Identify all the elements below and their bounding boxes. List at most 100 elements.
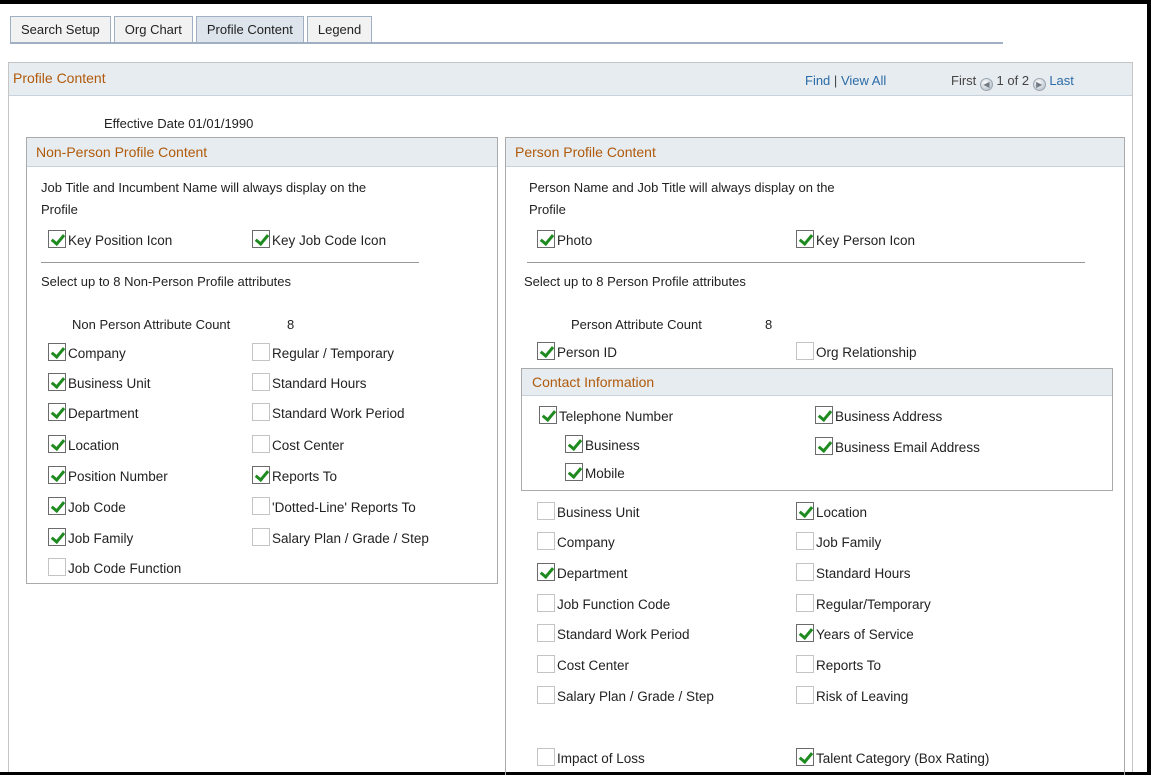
person-standard-work-period-checkbox[interactable]: Standard Work Period	[537, 624, 690, 642]
person-location-checkbox[interactable]: Location	[796, 502, 867, 520]
checkbox-label: Job Family	[816, 535, 882, 550]
checkbox-box[interactable]	[48, 435, 66, 453]
key-person-icon-checkbox[interactable]: Key Person Icon	[796, 230, 915, 248]
business-address-checkbox[interactable]: Business Address	[815, 406, 942, 424]
checkbox-box[interactable]	[796, 563, 814, 581]
person-id-checkbox[interactable]: Person ID	[537, 342, 617, 360]
checkbox-box[interactable]	[252, 497, 270, 515]
person-business-unit-checkbox[interactable]: Business Unit	[537, 502, 640, 520]
person-regular-temporary-checkbox[interactable]: Regular/Temporary	[796, 594, 931, 612]
telephone-number-checkbox[interactable]: Telephone Number	[539, 406, 673, 424]
checkbox-box[interactable]	[537, 502, 555, 520]
checkbox-label: Location	[816, 505, 868, 520]
checkbox-box[interactable]	[537, 594, 555, 612]
contact-information-title: Contact Information	[532, 374, 655, 390]
person-cost-center-checkbox[interactable]: Cost Center	[537, 655, 629, 673]
find-link[interactable]: Find	[805, 73, 830, 88]
checkbox-box[interactable]	[796, 230, 814, 248]
person-panel-title: Person Profile Content	[515, 144, 656, 160]
checkbox-box[interactable]	[537, 230, 555, 248]
checkbox-box[interactable]	[796, 594, 814, 612]
person-risk-of-leaving-checkbox[interactable]: Risk of Leaving	[796, 686, 908, 704]
non-person-position-number-checkbox[interactable]: Position Number	[48, 466, 168, 484]
checkbox-box[interactable]	[537, 563, 555, 581]
non-person-cost-center-checkbox[interactable]: Cost Center	[252, 435, 344, 453]
checkbox-box[interactable]	[252, 435, 270, 453]
person-talent-category-box-rating-checkbox[interactable]: Talent Category (Box Rating)	[796, 748, 989, 766]
person-years-of-service-checkbox[interactable]: Years of Service	[796, 624, 914, 642]
non-person-salary-plan-grade-step-checkbox[interactable]: Salary Plan / Grade / Step	[252, 528, 429, 546]
checkbox-box[interactable]	[565, 435, 583, 453]
key-position-icon-checkbox[interactable]: Key Position Icon	[48, 230, 172, 248]
non-person-panel-header: Non-Person Profile Content	[27, 138, 497, 167]
checkbox-box[interactable]	[48, 343, 66, 361]
non-person-dotted-line-reports-to-checkbox[interactable]: 'Dotted-Line' Reports To	[252, 497, 416, 515]
checkbox-box[interactable]	[252, 403, 270, 421]
non-person-job-family-checkbox[interactable]: Job Family	[48, 528, 133, 546]
checkbox-box[interactable]	[537, 655, 555, 673]
checkbox-box[interactable]	[539, 406, 557, 424]
non-person-company-checkbox[interactable]: Company	[48, 343, 126, 361]
checkbox-box[interactable]	[537, 748, 555, 766]
last-link[interactable]: Last	[1049, 73, 1074, 88]
person-company-checkbox[interactable]: Company	[537, 532, 615, 550]
checkbox-box[interactable]	[565, 463, 583, 481]
checkbox-box[interactable]	[815, 437, 833, 455]
person-impact-of-loss-checkbox[interactable]: Impact of Loss	[537, 748, 645, 766]
checkbox-box[interactable]	[48, 497, 66, 515]
checkbox-box[interactable]	[796, 748, 814, 766]
key-job-code-icon-checkbox[interactable]: Key Job Code Icon	[252, 230, 386, 248]
checkbox-box[interactable]	[537, 624, 555, 642]
person-salary-plan-grade-step-checkbox[interactable]: Salary Plan / Grade / Step	[537, 686, 714, 704]
org-relationship-checkbox[interactable]: Org Relationship	[796, 342, 917, 360]
non-person-location-checkbox[interactable]: Location	[48, 435, 119, 453]
checkbox-box[interactable]	[48, 466, 66, 484]
photo-checkbox[interactable]: Photo	[537, 230, 592, 248]
non-person-standard-work-period-checkbox[interactable]: Standard Work Period	[252, 403, 405, 421]
checkbox-box[interactable]	[48, 373, 66, 391]
non-person-standard-hours-checkbox[interactable]: Standard Hours	[252, 373, 367, 391]
non-person-reports-to-checkbox[interactable]: Reports To	[252, 466, 337, 484]
person-department-checkbox[interactable]: Department	[537, 563, 628, 581]
person-job-family-checkbox[interactable]: Job Family	[796, 532, 881, 550]
checkbox-box[interactable]	[796, 342, 814, 360]
checkbox-box[interactable]	[796, 655, 814, 673]
checkbox-box[interactable]	[537, 532, 555, 550]
person-job-function-code-checkbox[interactable]: Job Function Code	[537, 594, 670, 612]
checkbox-box[interactable]	[252, 373, 270, 391]
checkbox-box[interactable]	[252, 466, 270, 484]
tab-legend[interactable]: Legend	[306, 16, 373, 43]
checkbox-box[interactable]	[796, 686, 814, 704]
checkbox-box[interactable]	[252, 343, 270, 361]
non-person-job-code-function-checkbox[interactable]: Job Code Function	[48, 558, 181, 576]
non-person-business-unit-checkbox[interactable]: Business Unit	[48, 373, 151, 391]
checkbox-box[interactable]	[48, 558, 66, 576]
checkbox-box[interactable]	[796, 502, 814, 520]
business-phone-checkbox[interactable]: Business	[565, 435, 640, 453]
business-email-checkbox[interactable]: Business Email Address	[815, 437, 980, 455]
checkbox-box[interactable]	[537, 342, 555, 360]
checkbox-box[interactable]	[48, 528, 66, 546]
checkbox-box[interactable]	[815, 406, 833, 424]
tab-search-setup[interactable]: Search Setup	[10, 16, 111, 43]
person-reports-to-checkbox[interactable]: Reports To	[796, 655, 881, 673]
non-person-regular-temporary-checkbox[interactable]: Regular / Temporary	[252, 343, 394, 361]
tab-profile-content[interactable]: Profile Content	[195, 16, 304, 43]
checkbox-box[interactable]	[537, 686, 555, 704]
checkbox-box[interactable]	[48, 230, 66, 248]
checkbox-box[interactable]	[796, 624, 814, 642]
view-all-link[interactable]: View All	[841, 73, 886, 88]
checkbox-box[interactable]	[252, 230, 270, 248]
person-standard-hours-checkbox[interactable]: Standard Hours	[796, 563, 911, 581]
checkbox-box[interactable]	[48, 403, 66, 421]
checkbox-box[interactable]	[796, 532, 814, 550]
tab-org-chart[interactable]: Org Chart	[113, 16, 193, 43]
mobile-phone-checkbox[interactable]: Mobile	[565, 463, 625, 481]
non-person-count-label: Non Person Attribute Count	[72, 317, 231, 332]
checkbox-box[interactable]	[252, 528, 270, 546]
non-person-department-checkbox[interactable]: Department	[48, 403, 139, 421]
non-person-job-code-checkbox[interactable]: Job Code	[48, 497, 126, 515]
divider	[41, 262, 419, 263]
next-arrow-icon[interactable]: ▶	[1032, 78, 1046, 91]
previous-arrow-icon[interactable]: ◀	[979, 78, 993, 91]
